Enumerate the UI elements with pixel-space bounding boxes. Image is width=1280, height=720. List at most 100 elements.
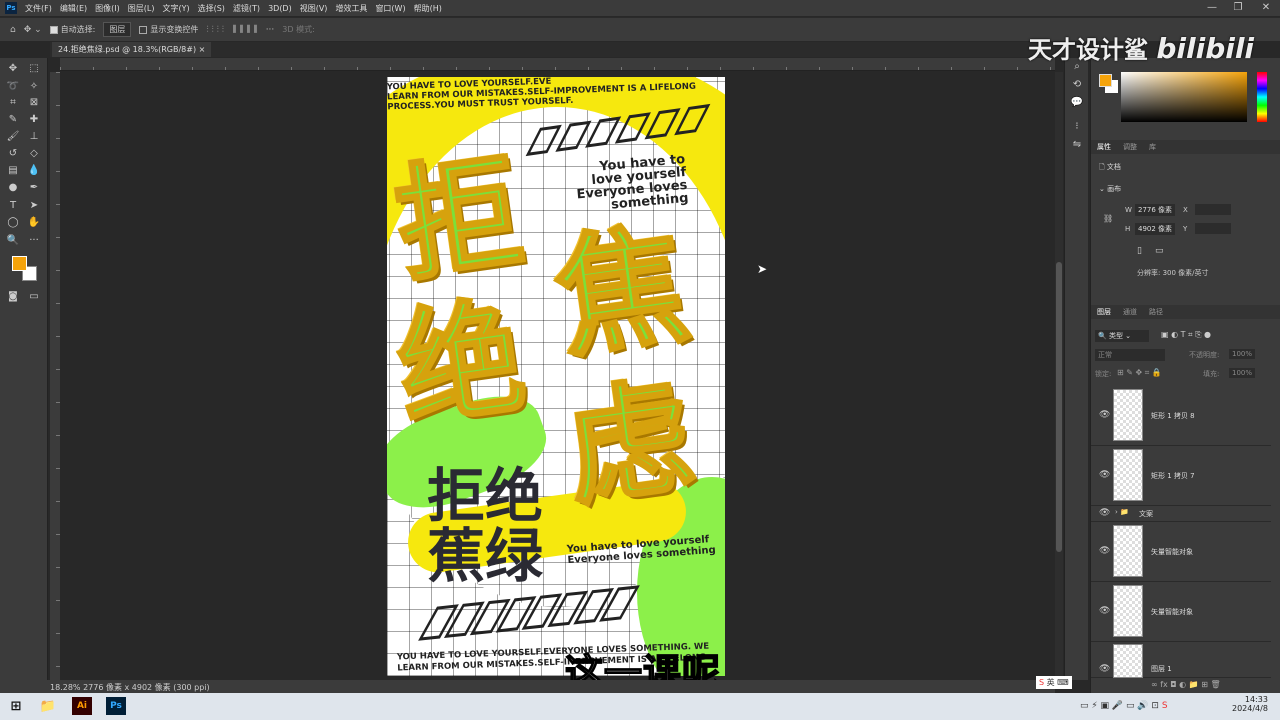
landscape-orientation-icon[interactable]: ▭: [1155, 246, 1164, 256]
path-select-icon[interactable]: ➤: [27, 199, 41, 213]
height-input[interactable]: 4902 像素: [1135, 223, 1176, 235]
ellipse-tool-icon[interactable]: ◯: [6, 216, 20, 230]
dodge-tool-icon[interactable]: ●: [6, 181, 20, 195]
gradient-tool-icon[interactable]: ▤: [6, 164, 20, 178]
auto-select-target-dropdown[interactable]: 图层: [103, 22, 132, 37]
layer-group-row[interactable]: 👁 › 📁 文案: [1091, 506, 1271, 522]
menu-help[interactable]: 帮助(H): [414, 3, 442, 14]
healing-brush-icon[interactable]: ✚: [27, 113, 41, 127]
move-tool-icon[interactable]: ✥: [6, 62, 20, 76]
hue-slider[interactable]: [1257, 72, 1267, 122]
tab-paths[interactable]: 路径: [1149, 307, 1163, 317]
tab-adjustments[interactable]: 调整: [1123, 142, 1137, 152]
foreground-color-swatch[interactable]: [12, 256, 27, 271]
screen-mode-icon[interactable]: ▭: [27, 290, 41, 304]
auto-select-checkbox[interactable]: 自动选择:: [49, 24, 95, 35]
canvas-artwork[interactable]: YOU HAVE TO LOVE YOURSELF.EVE LEARN FROM …: [387, 77, 725, 676]
brush-settings-icon[interactable]: ⁝: [1070, 120, 1084, 134]
link-icon[interactable]: ⛓: [1103, 214, 1113, 223]
comment-icon[interactable]: 💬: [1070, 96, 1084, 110]
show-transform-checkbox[interactable]: 显示变换控件: [139, 24, 198, 35]
more-options-button[interactable]: ···: [266, 25, 275, 35]
menu-layer[interactable]: 图层(L): [128, 3, 155, 14]
menu-select[interactable]: 选择(S): [198, 3, 225, 14]
layer-filter-icons[interactable]: ▣ ◐ T ⌗ ⎘ ●: [1161, 330, 1211, 340]
close-button[interactable]: ✕: [1254, 0, 1278, 16]
pen-tool-icon[interactable]: ✒: [27, 181, 41, 195]
x-input[interactable]: [1195, 204, 1231, 215]
visibility-eye-icon[interactable]: 👁: [1099, 606, 1110, 616]
layer-filter-dropdown[interactable]: 🔍 类型 ⌄: [1095, 330, 1149, 342]
adjustments-icon[interactable]: ⇋: [1070, 138, 1084, 152]
magic-wand-icon[interactable]: ✧: [27, 80, 41, 94]
close-tab-icon[interactable]: ×: [199, 45, 206, 54]
y-input[interactable]: [1195, 223, 1231, 234]
lock-icons[interactable]: ⊞ ✎ ✥ ⌗ 🔒: [1117, 368, 1162, 378]
menu-image[interactable]: 图像(I): [95, 3, 120, 14]
layer-row[interactable]: 👁 矢量智能对象: [1091, 522, 1271, 582]
layer-actions-bar[interactable]: ∞ fx ◘ ◐ 📁 ⊞ 🗑: [1151, 680, 1221, 689]
menu-3d[interactable]: 3D(D): [268, 4, 292, 13]
lasso-tool-icon[interactable]: ➰: [6, 80, 20, 94]
windows-start-icon[interactable]: ⊞: [6, 697, 26, 715]
zoom-level[interactable]: 18.28%: [50, 683, 81, 692]
move-tool-icon[interactable]: ✥ ⌄: [24, 25, 42, 35]
illustrator-app[interactable]: Ai: [72, 697, 92, 715]
menu-plugins[interactable]: 增效工具: [335, 3, 367, 14]
document-tab[interactable]: 24.拒绝焦绿.psd @ 18.3%(RGB/8#) ×: [52, 42, 212, 57]
more-tools-icon[interactable]: ···: [27, 234, 41, 248]
layer-row[interactable]: 👁 图层 1: [1091, 642, 1271, 678]
frame-tool-icon[interactable]: ⊠: [27, 96, 41, 110]
visibility-eye-icon[interactable]: 👁: [1099, 664, 1110, 674]
visibility-eye-icon[interactable]: 👁: [1099, 546, 1110, 556]
menu-type[interactable]: 文字(Y): [162, 3, 189, 14]
menu-window[interactable]: 窗口(W): [375, 3, 405, 14]
history-brush-icon[interactable]: ↺: [6, 147, 20, 161]
portrait-orientation-icon[interactable]: ▯: [1137, 246, 1142, 256]
color-picker-field[interactable]: [1121, 72, 1247, 122]
color-foreground-swatch[interactable]: [1099, 74, 1112, 87]
home-icon[interactable]: ⌂: [10, 25, 16, 35]
ime-indicator[interactable]: S 英 ⌨: [1036, 676, 1072, 689]
folder-icon[interactable]: › 📁: [1115, 508, 1129, 516]
fill-input[interactable]: 100%: [1229, 368, 1256, 378]
visibility-eye-icon[interactable]: 👁: [1099, 508, 1110, 518]
crop-tool-icon[interactable]: ⌗: [6, 96, 20, 110]
minimize-button[interactable]: —: [1200, 0, 1224, 16]
restore-button[interactable]: ❐: [1226, 0, 1250, 16]
scrollbar-thumb[interactable]: [1056, 262, 1062, 552]
document-info[interactable]: 2776 像素 x 4902 像素 (300 ppi): [83, 683, 210, 692]
tray-icons[interactable]: ▭ ⚡ ▣ 🎤 ▭ 🔊 ⊡ S: [1080, 701, 1168, 711]
eraser-icon[interactable]: ◇: [27, 147, 41, 161]
menu-view[interactable]: 视图(V): [300, 3, 328, 14]
menu-edit[interactable]: 编辑(E): [60, 3, 87, 14]
type-tool-icon[interactable]: T: [6, 199, 20, 213]
visibility-eye-icon[interactable]: 👁: [1099, 410, 1110, 420]
brush-tool-icon[interactable]: 🖌: [6, 130, 20, 144]
stamp-tool-icon[interactable]: ⊥: [27, 130, 41, 144]
vertical-scrollbar[interactable]: [1055, 72, 1063, 680]
blur-tool-icon[interactable]: 💧: [27, 164, 41, 178]
opacity-input[interactable]: 100%: [1229, 349, 1256, 359]
clock[interactable]: 14:33 2024/4/8: [1232, 695, 1268, 713]
eyedropper-icon[interactable]: ✎: [6, 113, 20, 127]
hand-tool-icon[interactable]: ✋: [27, 216, 41, 230]
blend-mode-dropdown[interactable]: 正常: [1095, 349, 1165, 361]
tab-layers[interactable]: 图层: [1097, 307, 1111, 317]
zoom-tool-icon[interactable]: 🔍: [6, 234, 20, 248]
quick-mask-icon[interactable]: ◙: [6, 290, 20, 304]
layer-row[interactable]: 👁 矩形 1 拷贝 8: [1091, 386, 1271, 446]
layer-row[interactable]: 👁 矢量智能对象: [1091, 582, 1271, 642]
photoshop-app[interactable]: Ps: [106, 697, 126, 715]
menu-filter[interactable]: 滤镜(T): [233, 3, 260, 14]
visibility-eye-icon[interactable]: 👁: [1099, 470, 1110, 480]
marquee-tool-icon[interactable]: ⬚: [27, 62, 41, 76]
canvas-section-header[interactable]: ⌄ 画布: [1099, 184, 1121, 194]
menu-file[interactable]: 文件(F): [25, 3, 52, 14]
tab-channels[interactable]: 通道: [1123, 307, 1137, 317]
file-explorer-icon[interactable]: 📁: [38, 697, 58, 715]
layer-row[interactable]: 👁 矩形 1 拷贝 7: [1091, 446, 1271, 506]
history-icon[interactable]: ⟲: [1070, 78, 1084, 92]
tab-libraries[interactable]: 库: [1149, 142, 1156, 152]
width-input[interactable]: 2776 像素: [1135, 204, 1176, 216]
